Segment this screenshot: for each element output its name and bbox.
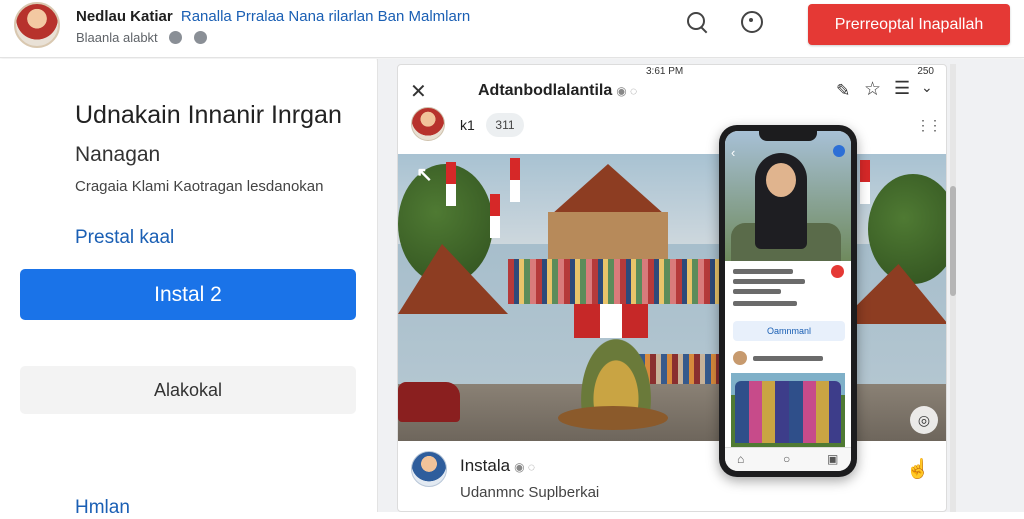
close-icon[interactable]: ✕ [410, 79, 427, 104]
phone-text-line [733, 269, 793, 274]
photo-banner [574, 304, 648, 338]
commenter-name[interactable]: Instala [460, 456, 510, 475]
photo-flag [490, 194, 500, 238]
commenter-header: Instala ◉ ◌ [460, 456, 535, 476]
panel-subheading: Nanagan [75, 143, 161, 166]
photo-tree [868, 174, 946, 284]
phone-mini-avatar[interactable] [733, 351, 747, 365]
left-panel: Udnakain Innanir Inrgan Nanagan Cragaia … [0, 59, 376, 518]
search-icon[interactable]: ○ [783, 452, 790, 466]
phone-text-line [733, 289, 781, 294]
phone-row [733, 351, 845, 367]
profile-title: Nedlau Katiar Ranalla Prralaa Nana rilar… [76, 8, 470, 25]
phone-text-line [733, 301, 797, 306]
panel-description: Cragaia Klami Kaotragan lesdanokan [75, 178, 324, 195]
status-bar: 3:61 PM 250 [398, 65, 946, 79]
photo-flag [510, 158, 520, 202]
phone-text-line [753, 356, 823, 361]
author-avatar[interactable] [411, 107, 445, 141]
scrollbar-thumb[interactable] [950, 186, 956, 296]
phone-action-button[interactable]: Oamnmanl [733, 321, 845, 341]
status-time: 3:61 PM [646, 66, 684, 77]
profile-icon[interactable]: ▣ [827, 452, 838, 466]
phone-screen: ‹ Oamnmanl ⌂ ○ ▣ [725, 131, 851, 471]
home-icon[interactable]: ⌂ [737, 452, 744, 466]
install-button[interactable]: Instal 2 [20, 269, 356, 320]
info-icon [193, 31, 207, 44]
back-arrow-icon[interactable]: ↖ [416, 162, 433, 187]
comment-text: Udanmnc Suplberkai [460, 484, 600, 501]
photo-flag [860, 160, 870, 204]
phone-badge-icon [831, 265, 844, 278]
panel-heading: Udnakain Innanir Inrgan [75, 101, 342, 129]
menu-icon[interactable]: ☰ [894, 78, 910, 99]
star-icon[interactable]: ☆ [864, 78, 881, 101]
post-photo[interactable]: ↖ ◎ [398, 154, 946, 441]
pin-icon[interactable]: ✎ [836, 81, 856, 101]
secondary-button[interactable]: Alakokal [20, 366, 356, 414]
phone-photo-face [766, 163, 796, 197]
profile-meta: Blaanla alabkt [76, 30, 207, 45]
verified-icon: ◉ ◌ [514, 460, 536, 474]
phone-nav-bar: ⌂ ○ ▣ [725, 447, 851, 471]
photo-flag [446, 162, 456, 206]
author-chip[interactable]: 311 [486, 113, 524, 137]
post-header: Adtanbodlalantila ◉ ◌ [478, 82, 637, 100]
expand-icon[interactable]: ◎ [910, 406, 938, 434]
photo-car [398, 382, 460, 422]
phone-text-line [733, 279, 805, 284]
phone-camera-icon[interactable] [833, 145, 845, 157]
like-icon[interactable]: ☝ [906, 457, 930, 481]
profile-name[interactable]: Nedlau Katiar [76, 8, 173, 25]
top-bar: Nedlau Katiar Ranalla Prralaa Nana rilar… [0, 0, 1024, 58]
grid-icon[interactable]: ⋮⋮ [916, 117, 942, 134]
photo-crowd [508, 259, 748, 304]
commenter-avatar[interactable] [411, 451, 447, 487]
phone-notch [759, 131, 817, 141]
author-name[interactable]: k1 [460, 117, 475, 133]
primary-action-button[interactable]: Prerreoptal Inapallah [808, 4, 1010, 45]
profile-subtitle-link[interactable]: Ranalla Prralaa Nana rilarlan Ban Malmla… [181, 8, 470, 25]
chevron-down-icon[interactable]: ⌄ [921, 79, 933, 96]
footer-link[interactable]: Hmlan [75, 497, 130, 519]
panel-link[interactable]: Prestal kaal [75, 227, 174, 249]
photo-tumpeng [581, 339, 651, 414]
search-icon[interactable] [684, 9, 710, 35]
phone-photo-people [735, 381, 841, 443]
compass-icon[interactable] [739, 9, 765, 35]
globe-icon [169, 31, 183, 44]
status-signal: 250 [917, 66, 934, 77]
photo-tray [558, 406, 668, 430]
verified-icon: ◉ ◌ [616, 84, 638, 98]
phone-mockup: ‹ Oamnmanl ⌂ ○ ▣ [719, 125, 857, 477]
photo-ground [398, 384, 946, 441]
profile-avatar[interactable] [14, 2, 60, 48]
post-title: Adtanbodlalantila [478, 82, 613, 99]
post-preview-card: 3:61 PM 250 ✕ Adtanbodlalantila ◉ ◌ ✎ ☆ ☰… [397, 64, 947, 512]
phone-back-icon[interactable]: ‹ [731, 145, 735, 160]
profile-meta-text: Blaanla alabkt [76, 30, 158, 45]
